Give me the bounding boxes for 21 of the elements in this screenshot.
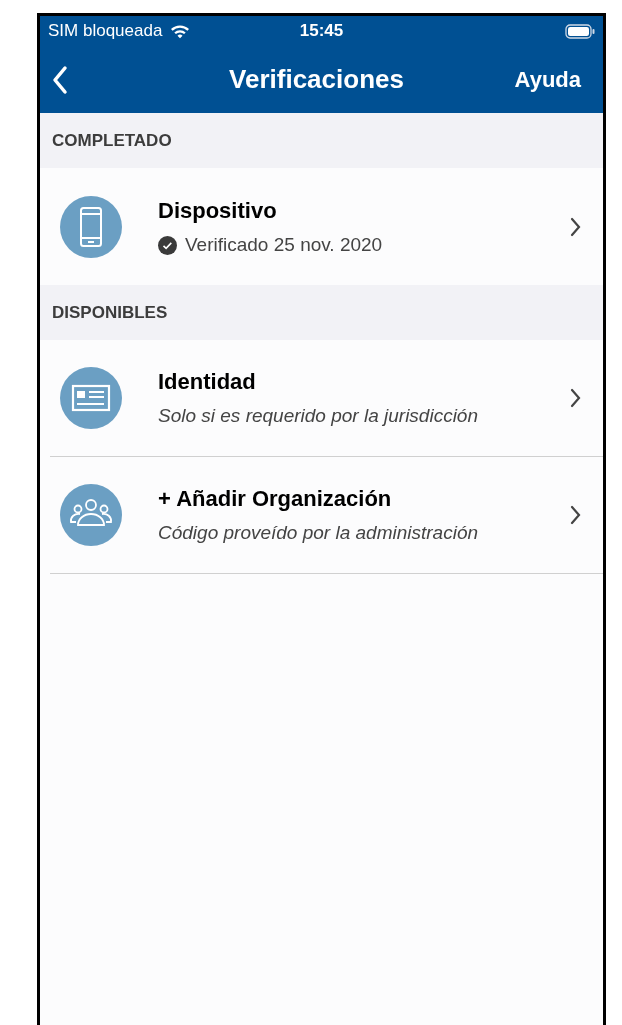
screen-title: Verificaciones (229, 63, 404, 96)
row-title: + Añadir Organización (158, 485, 393, 514)
back-button[interactable] (52, 64, 68, 95)
chevron-icon (570, 388, 581, 408)
people-icon (60, 484, 122, 546)
row-subtitle: Código proveído por la administración (158, 521, 479, 546)
phone-icon (60, 195, 122, 258)
status-time: 15:45 (298, 20, 345, 43)
section-header: COMPLETADO (40, 113, 603, 168)
row-title: Dispositivo (158, 196, 278, 225)
chevron-icon (570, 216, 581, 237)
carrier-label: SIM bloqueada (48, 20, 163, 43)
battery-icon (565, 23, 595, 39)
section-header: DISPONIBLES (40, 285, 603, 340)
row-subtitle: Solo si es requerido por la jurisdicción (158, 404, 479, 429)
id-card-icon (60, 367, 122, 429)
wifi-icon (170, 23, 191, 39)
row-title: Identidad (158, 368, 257, 397)
row-subtitle: Verificado 25 nov. 2020 (185, 232, 383, 257)
chevron-icon (570, 505, 581, 525)
help-button[interactable]: Ayuda (514, 63, 581, 96)
